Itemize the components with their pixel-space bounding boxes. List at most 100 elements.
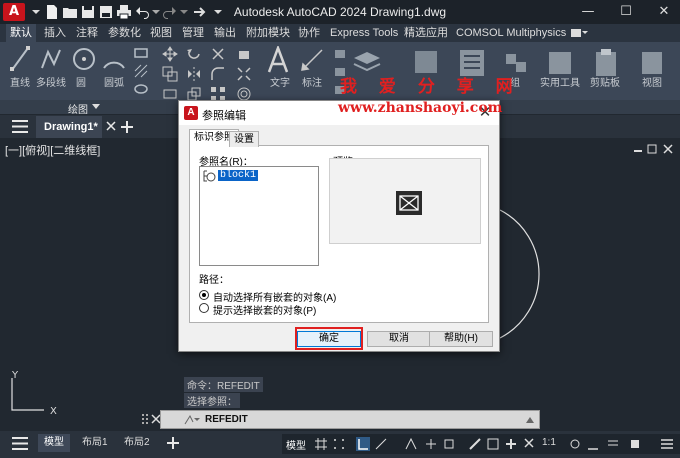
viewport-controls[interactable] — [632, 143, 678, 155]
circle-tool-label[interactable]: 圆 — [76, 74, 86, 89]
tab-parametric[interactable]: 参数化 — [104, 24, 145, 42]
arc-tool-label[interactable]: 圆弧 — [104, 74, 124, 89]
line-tool-icon[interactable] — [10, 46, 30, 72]
tab-insert[interactable]: 插入 — [40, 24, 70, 42]
title-bar: A Autodesk AutoCAD 2024 Drawing1.dwg — ☐… — [0, 0, 680, 24]
refedit-dialog: A 参照编辑 ✕ 标识参照 设置 参照名(R)： block1 预览 路径： 自… — [178, 100, 500, 352]
command-grip-icon[interactable] — [140, 412, 150, 428]
dialog-title: 参照编辑 — [202, 110, 246, 122]
copy-tool-icon[interactable] — [162, 66, 178, 82]
ortho-icon[interactable] — [356, 437, 370, 451]
command-prompt-icon[interactable] — [183, 414, 201, 426]
tab-addins[interactable]: 附加模块 — [242, 24, 294, 42]
units-icon[interactable] — [586, 437, 600, 451]
drawing-tab[interactable]: Drawing1* — [36, 116, 102, 138]
add-layout-icon[interactable] — [166, 436, 180, 450]
radio-prompt-select-label[interactable]: 提示选择嵌套的对象(P) — [213, 302, 316, 317]
tab-manage[interactable]: 管理 — [178, 24, 208, 42]
polyline-tool-label[interactable]: 多段线 — [36, 74, 66, 89]
tab-home[interactable]: 默认 — [6, 24, 36, 42]
layout-tab-2[interactable]: 布局2 — [118, 434, 156, 452]
reference-tree[interactable]: block1 — [199, 166, 319, 266]
tab-collaborate[interactable]: 协作 — [294, 24, 324, 42]
circle-tool-icon[interactable] — [72, 46, 96, 72]
polar-icon[interactable] — [374, 437, 388, 451]
rectangle-tool-icon[interactable] — [134, 46, 148, 60]
status-toggles: 模型 1:1 — [282, 434, 680, 454]
draw-panel-label[interactable]: 绘图 — [68, 101, 88, 116]
tab-output[interactable]: 输出 — [210, 24, 240, 42]
view-panel-label[interactable]: 视图 — [642, 74, 662, 89]
dimension-tool-icon[interactable] — [300, 48, 324, 72]
grid-icon[interactable] — [314, 437, 328, 451]
cancel-button[interactable]: 取消 — [367, 331, 431, 347]
dimension-tool-label[interactable]: 标注 — [302, 74, 322, 89]
annotation-scale[interactable]: 1:1 — [542, 437, 556, 448]
model-space-button[interactable]: 模型 — [286, 437, 306, 452]
watermark-url: www.zhanshaoyi.com — [338, 100, 503, 116]
preview-area — [329, 158, 481, 244]
ok-button[interactable]: 确定 — [297, 331, 361, 347]
layout-menu-icon[interactable] — [12, 437, 28, 450]
minimize-button[interactable]: — — [578, 3, 598, 21]
isodraft-icon[interactable] — [404, 437, 418, 451]
lineweight-icon[interactable] — [468, 437, 482, 451]
trim-tool-icon[interactable] — [210, 46, 226, 62]
transparency-icon[interactable] — [486, 437, 500, 451]
arc-tool-icon[interactable] — [102, 46, 126, 72]
tab-settings[interactable]: 设置 — [229, 131, 259, 147]
osnap-icon[interactable] — [442, 437, 456, 451]
line-tool-label[interactable]: 直线 — [10, 74, 30, 89]
ucs-x-label: X — [50, 406, 57, 417]
block-preview-icon — [396, 191, 422, 215]
explode-tool-icon[interactable] — [236, 66, 252, 82]
command-line-input[interactable]: REFEDIT — [160, 410, 540, 429]
workspace-icon[interactable] — [568, 437, 582, 451]
command-history-line: 选择参照： — [184, 393, 240, 408]
fillet-tool-icon[interactable] — [210, 66, 226, 82]
text-tool-icon[interactable] — [266, 46, 290, 74]
viewport-label[interactable]: [一][俯视][二维线框] — [5, 142, 100, 158]
tab-view[interactable]: 视图 — [146, 24, 176, 42]
layout-tab-1[interactable]: 布局1 — [76, 434, 114, 452]
customize-status-icon[interactable] — [660, 437, 674, 451]
tab-express-tools[interactable]: Express Tools — [326, 24, 402, 42]
help-button[interactable]: 帮助(H) — [429, 331, 493, 347]
isolate-objects-icon[interactable] — [628, 437, 642, 451]
utilities-label[interactable]: 实用工具 — [540, 74, 580, 89]
panel-expand-icon[interactable] — [92, 104, 100, 110]
annotation-monitor-icon[interactable] — [504, 437, 518, 451]
command-current: REFEDIT — [205, 414, 248, 425]
quick-properties-icon[interactable] — [606, 437, 620, 451]
move-tool-icon[interactable] — [162, 46, 178, 62]
erase-tool-icon[interactable] — [236, 46, 252, 62]
mirror-tool-icon[interactable] — [186, 66, 202, 82]
snap-icon[interactable] — [332, 437, 346, 451]
close-button[interactable]: ✕ — [654, 3, 674, 21]
osnap-tracking-icon[interactable] — [424, 437, 438, 451]
maximize-button[interactable]: ☐ — [616, 3, 636, 21]
reference-item-block1[interactable]: block1 — [218, 170, 259, 181]
tab-comsol[interactable]: COMSOL Multiphysics — [452, 24, 570, 42]
rotate-tool-icon[interactable] — [186, 46, 202, 62]
tab-annotate[interactable]: 注释 — [72, 24, 102, 42]
new-tab-icon[interactable] — [120, 120, 134, 134]
tab-featured-apps[interactable]: 精选应用 — [400, 24, 452, 42]
autocad-icon: A — [184, 106, 198, 120]
block-reference-icon — [203, 170, 216, 182]
radio-prompt-select[interactable] — [199, 303, 209, 313]
polyline-tool-icon[interactable] — [40, 46, 62, 72]
text-tool-label[interactable]: 文字 — [270, 74, 290, 89]
clipboard-label[interactable]: 剪贴板 — [590, 74, 620, 89]
close-tab-icon[interactable] — [106, 121, 116, 131]
ribbon-toggle-icon[interactable] — [570, 27, 588, 39]
menu-icon[interactable] — [12, 120, 28, 133]
layout-tab-model[interactable]: 模型 — [38, 434, 70, 452]
selection-cycling-icon[interactable] — [522, 437, 536, 451]
command-history-icon[interactable] — [525, 416, 535, 424]
ellipse-tool-icon[interactable] — [134, 82, 148, 96]
hatch-tool-icon[interactable] — [134, 64, 148, 78]
ucs-y-label: Y — [12, 370, 19, 381]
radio-auto-select[interactable] — [199, 290, 209, 300]
ribbon-tabs: 默认 插入 注释 参数化 视图 管理 输出 附加模块 协作 Express To… — [0, 24, 680, 42]
